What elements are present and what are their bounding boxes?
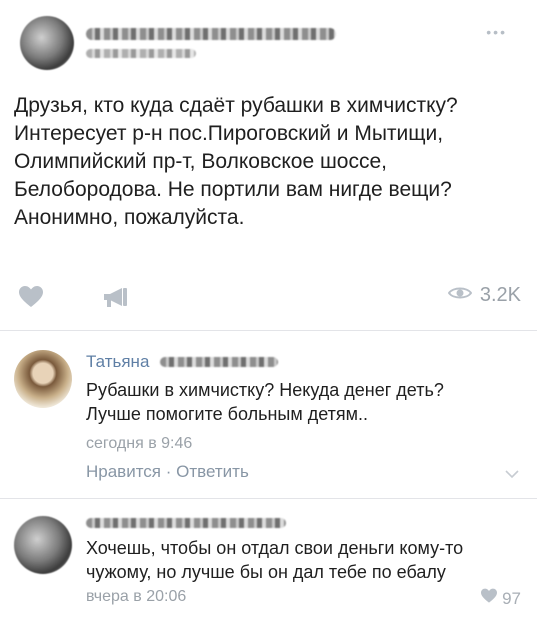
separator: · [165,462,172,481]
comment-text: Хочешь, чтобы он отдал свои деньги кому-… [86,536,463,584]
comment-text: Рубашки в химчистку? Некуда денег деть? … [86,378,444,426]
eye-icon [447,284,473,307]
reply-link[interactable]: Ответить [176,462,249,481]
post-line: Друзья, кто куда сдаёт рубашки в химчист… [14,94,458,117]
views-counter: 3.2K [447,284,521,307]
post-text: Друзья, кто куда сдаёт рубашки в химчист… [14,92,524,232]
post-line: Белобородова. Не портили вам нигде вещи? [14,178,452,201]
comment-line: чужому, но лучше бы он дал тебе по ебалу [86,562,446,582]
heart-icon[interactable] [18,285,44,314]
comment-time: сегодня в 9:46 [86,435,193,452]
post-line: Олимпийский пр-т, Волковское шоссе, [14,150,387,173]
comment-line: Хочешь, чтобы он отдал свои деньги кому-… [86,538,464,558]
comment-line: Рубашки в химчистку? Некуда денег деть? [86,380,444,400]
views-count: 3.2K [479,284,521,306]
commenter-name-text[interactable]: Татьяна [86,352,149,371]
commenter-surname-blurred [160,357,279,367]
comment-time: вчера в 20:06 [86,588,187,605]
heart-icon[interactable] [480,588,498,609]
likes-count: 97 [502,588,521,608]
chevron-down-icon[interactable] [505,466,519,482]
commenter-name[interactable]: Татьяна [86,352,279,372]
author-avatar[interactable] [20,16,74,70]
commenter-avatar[interactable] [14,350,72,408]
post-line: Интересует р-н пос.Пироговский и Мытищи, [14,122,444,145]
commenter-avatar[interactable] [14,516,72,574]
comment: Хочешь, чтобы он отдал свои деньги кому-… [0,498,537,627]
comment: Татьяна Рубашки в химчистку? Некуда дене… [0,330,537,490]
post-line: Анонимно, пожалуйста. [14,206,245,229]
post-date-blurred [86,49,196,58]
commenter-name-blurred[interactable] [86,518,286,528]
post-actions: 3.2K [0,276,537,316]
post-header: ••• [0,0,537,80]
author-name-blurred[interactable] [86,28,336,40]
more-icon[interactable]: ••• [486,24,507,40]
megaphone-icon[interactable] [102,285,130,314]
like-link[interactable]: Нравится [86,462,161,481]
comment-likes[interactable]: 97 [480,588,521,609]
comment-actions: Нравится · Ответить [86,462,249,482]
comment-line: Лучше помогите больным детям.. [86,404,369,424]
